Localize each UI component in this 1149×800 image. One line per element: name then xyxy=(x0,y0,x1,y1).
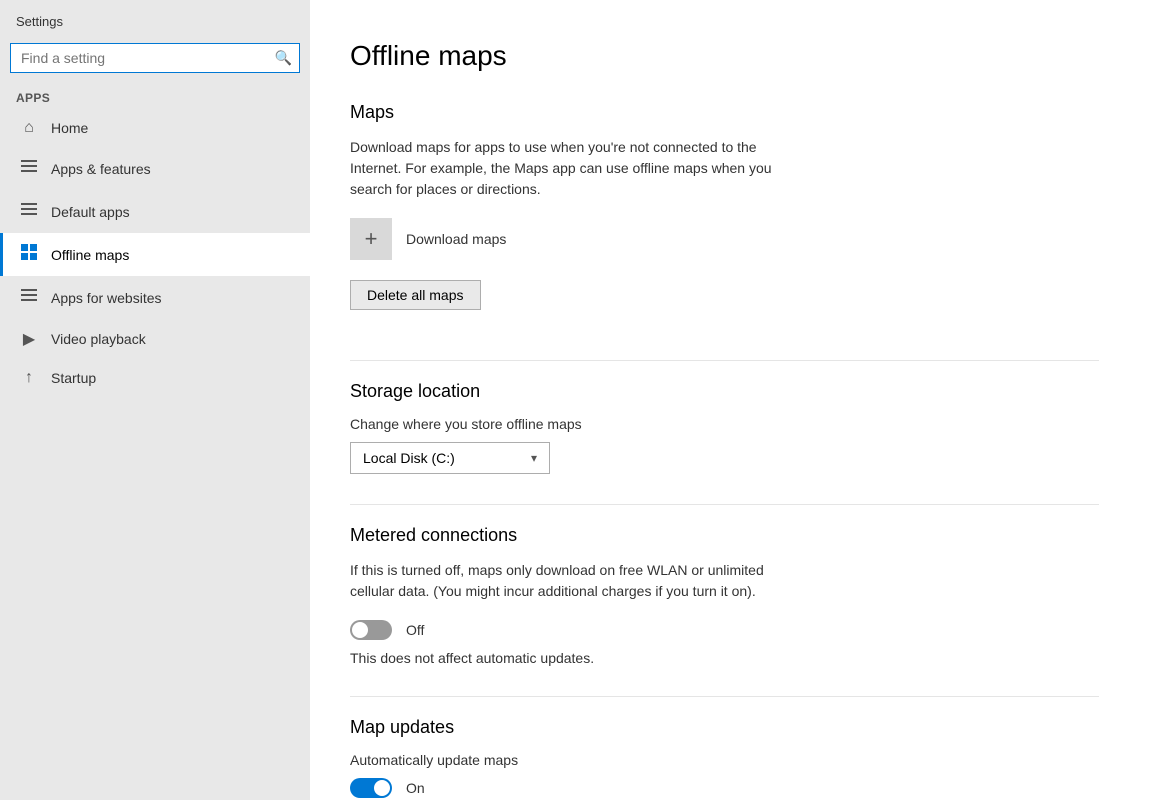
storage-location-dropdown[interactable]: Local Disk (C:) ▾ xyxy=(350,442,550,474)
video-playback-icon: ▶ xyxy=(19,329,39,349)
search-input[interactable] xyxy=(10,43,300,73)
sidebar-item-apps-features-label: Apps & features xyxy=(51,161,151,177)
sidebar-item-apps-websites-label: Apps for websites xyxy=(51,290,162,306)
storage-dropdown-value: Local Disk (C:) xyxy=(363,450,455,466)
chevron-down-icon: ▾ xyxy=(531,451,537,465)
metered-toggle-row: Off xyxy=(350,620,1099,640)
sidebar-section-label: Apps xyxy=(0,83,310,109)
updates-toggle-row: On xyxy=(350,778,1099,798)
page-title: Offline maps xyxy=(350,40,1099,72)
updates-section-title: Map updates xyxy=(350,717,1099,738)
divider-3 xyxy=(350,696,1099,697)
sidebar-item-offline-maps-label: Offline maps xyxy=(51,247,129,263)
auto-update-label: Automatically update maps xyxy=(350,752,1099,768)
apps-websites-icon xyxy=(19,286,39,309)
divider-2 xyxy=(350,504,1099,505)
updates-toggle[interactable] xyxy=(350,778,392,798)
search-container: 🔍 xyxy=(10,43,300,73)
metered-toggle-label: Off xyxy=(406,622,424,638)
maps-section-desc: Download maps for apps to use when you'r… xyxy=(350,137,780,200)
download-maps-plus-button[interactable]: + xyxy=(350,218,392,260)
sidebar-item-apps-websites[interactable]: Apps for websites xyxy=(0,276,310,319)
metered-note: This does not affect automatic updates. xyxy=(350,650,780,666)
sidebar-item-default-apps-label: Default apps xyxy=(51,204,130,220)
metered-toggle[interactable] xyxy=(350,620,392,640)
apps-features-icon xyxy=(19,157,39,180)
sidebar-item-offline-maps[interactable]: Offline maps xyxy=(0,233,310,276)
updates-toggle-label: On xyxy=(406,780,425,796)
sidebar-item-default-apps[interactable]: Default apps xyxy=(0,190,310,233)
sidebar-item-video-playback-label: Video playback xyxy=(51,331,146,347)
download-maps-row: + Download maps xyxy=(350,218,1099,260)
main-content: Offline maps Maps Download maps for apps… xyxy=(310,0,1149,800)
sidebar-item-apps-features[interactable]: Apps & features xyxy=(0,147,310,190)
default-apps-icon xyxy=(19,200,39,223)
sidebar-item-video-playback[interactable]: ▶ Video playback xyxy=(0,319,310,359)
delete-all-maps-button[interactable]: Delete all maps xyxy=(350,280,481,310)
download-maps-label: Download maps xyxy=(406,231,506,247)
sidebar-item-startup[interactable]: ↑ Startup xyxy=(0,359,310,397)
app-title: Settings xyxy=(0,0,310,39)
offline-maps-icon xyxy=(19,243,39,266)
maps-section-title: Maps xyxy=(350,102,1099,123)
sidebar-item-startup-label: Startup xyxy=(51,370,96,386)
storage-section-title: Storage location xyxy=(350,381,1099,402)
home-icon: ⌂ xyxy=(19,119,39,137)
metered-section-desc: If this is turned off, maps only downloa… xyxy=(350,560,780,602)
sidebar: Settings 🔍 Apps ⌂ Home Apps & features D… xyxy=(0,0,310,800)
sidebar-item-home-label: Home xyxy=(51,120,88,136)
toggle-knob xyxy=(352,622,368,638)
sidebar-item-home[interactable]: ⌂ Home xyxy=(0,109,310,147)
metered-section-title: Metered connections xyxy=(350,525,1099,546)
divider-1 xyxy=(350,360,1099,361)
startup-icon: ↑ xyxy=(19,369,39,387)
storage-change-label: Change where you store offline maps xyxy=(350,416,1099,432)
toggle-knob-updates xyxy=(374,780,390,796)
